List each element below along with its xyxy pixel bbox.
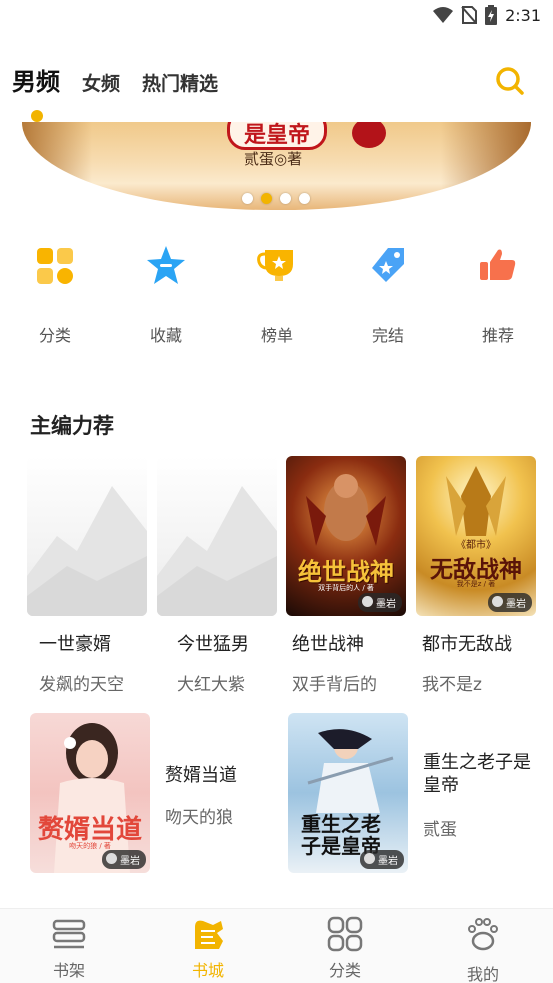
book-card[interactable]: 一世豪婿 发飙的天空 [27, 456, 147, 695]
shortcut-favorites[interactable]: 收藏 [126, 238, 206, 346]
thumbs-up-icon [480, 249, 516, 280]
book-card[interactable]: 赘婿当道 吻天的狼 / 著 墨岩 [30, 713, 150, 873]
banner-dot[interactable] [299, 193, 310, 204]
publisher-badge: 墨岩 [360, 850, 404, 869]
section-title: 主编力荐 [30, 414, 114, 438]
banner-title-plate: 是皇帝 [227, 122, 327, 150]
star-icon [147, 246, 185, 284]
publisher-badge: 墨岩 [488, 593, 532, 612]
publisher-logo-icon [492, 596, 503, 607]
shortcut-label: 分类 [38, 326, 71, 345]
banner-author: 贰蛋◎著 [244, 150, 303, 168]
book-author: 发飙的天空 [39, 675, 124, 695]
shortcut-completed[interactable]: 完结 [348, 238, 428, 346]
book-cover-placeholder [27, 456, 147, 616]
active-tab-indicator [31, 110, 43, 122]
book-author: 双手背后的 [292, 675, 377, 695]
mountain-placeholder-icon [27, 486, 147, 616]
book-author: 吻天的狼 [165, 808, 233, 828]
cover-author: 双手背后的人 / 著 [318, 584, 374, 592]
top-tabs: 男频 女频 热门精选 [12, 62, 218, 97]
publisher-logo-icon [106, 853, 117, 864]
book-title: 一世豪婿 [39, 634, 111, 655]
book-author: 贰蛋 [423, 820, 457, 840]
bookstore-icon [195, 920, 223, 949]
banner-pagination [242, 193, 310, 204]
book-cover-placeholder [157, 456, 277, 616]
battery-icon [485, 5, 498, 25]
mountain-placeholder-icon [157, 486, 277, 616]
cover-subtitle: 《都市》 [456, 540, 496, 551]
banner-dot-active[interactable] [261, 193, 272, 204]
nav-label: 分类 [328, 961, 361, 980]
paw-icon [468, 918, 498, 951]
book-card[interactable]: 重生之老子是皇帝 墨岩 [288, 713, 408, 873]
wifi-icon [433, 7, 454, 23]
shortcut-label: 完结 [371, 326, 404, 345]
book-author: 大红大紫 [177, 675, 245, 695]
bottom-nav: 书架 书城 分类 我的 [0, 908, 553, 983]
banner-art-right [441, 122, 531, 210]
shortcut-category[interactable]: 分类 [15, 238, 95, 346]
tag-icon [372, 248, 404, 282]
tab-male[interactable]: 男频 [12, 62, 60, 97]
book-title: 都市无敌战 [422, 634, 512, 655]
nav-label: 书城 [191, 961, 224, 980]
nav-bookstore[interactable]: 书城 [163, 909, 253, 981]
banner-dot[interactable] [242, 193, 253, 204]
status-bar: 2:31 [0, 0, 553, 32]
publisher-badge: 墨岩 [102, 850, 146, 869]
book-cover: 绝世战神 双手背后的人 / 著 墨岩 [286, 456, 406, 616]
tab-hot-picks[interactable]: 热门精选 [142, 69, 218, 96]
no-sim-icon [461, 6, 478, 24]
book-cover: 《都市》 无敌战神 我不是z / 著 墨岩 [416, 456, 536, 616]
cover-title: 绝世战神 [298, 557, 394, 586]
nav-label: 我的 [466, 965, 499, 983]
bookshelf-icon [52, 919, 86, 949]
publisher-badge: 墨岩 [358, 593, 402, 612]
book-card[interactable]: 《都市》 无敌战神 我不是z / 著 墨岩 都市无敌战 我不是z [416, 456, 536, 695]
book-card[interactable]: 今世猛男 大红大紫 [157, 456, 277, 695]
status-time: 2:31 [505, 5, 541, 25]
shortcut-label: 榜单 [260, 326, 293, 345]
category-icon [327, 916, 363, 952]
publisher-logo-icon [362, 596, 373, 607]
status-icons: 2:31 [433, 5, 541, 25]
banner-title-text: 是皇帝 [243, 122, 310, 148]
book-card[interactable]: 绝世战神 双手背后的人 / 著 墨岩 绝世战神 双手背后的 [286, 456, 406, 695]
tab-female[interactable]: 女频 [82, 69, 120, 96]
category-shortcuts: 分类 收藏 榜单 完结 推荐 [0, 238, 553, 348]
nav-bookshelf[interactable]: 书架 [24, 909, 114, 981]
shortcut-label: 推荐 [481, 326, 514, 345]
search-icon[interactable] [495, 66, 525, 96]
trophy-icon [257, 250, 293, 281]
shortcut-rankings[interactable]: 榜单 [237, 238, 317, 346]
book-cover: 重生之老子是皇帝 墨岩 [288, 713, 408, 873]
book-title: 绝世战神 [292, 634, 364, 655]
book-author: 我不是z [422, 675, 482, 695]
publisher-logo-icon [364, 853, 375, 864]
cover-author: 我不是z / 著 [456, 580, 496, 588]
banner-art-left [22, 122, 92, 210]
nav-label: 书架 [52, 961, 85, 980]
banner-dot[interactable] [280, 193, 291, 204]
shortcut-label: 收藏 [149, 326, 182, 345]
nav-profile[interactable]: 我的 [438, 909, 528, 983]
book-cover: 赘婿当道 吻天的狼 / 著 墨岩 [30, 713, 150, 873]
shortcut-recommend[interactable]: 推荐 [458, 238, 538, 346]
book-title[interactable]: 重生之老子是皇帝 [423, 751, 543, 797]
banner-seal [352, 122, 386, 148]
grid-icon [37, 248, 73, 284]
book-title[interactable]: 赘婿当道 [165, 761, 237, 787]
book-title: 今世猛男 [177, 634, 249, 655]
nav-category[interactable]: 分类 [300, 909, 390, 981]
